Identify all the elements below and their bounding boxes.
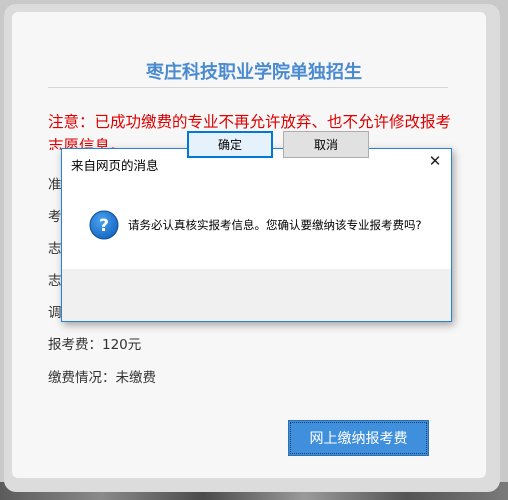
svg-text:?: ? <box>99 216 109 236</box>
field-label-2: 考 <box>48 209 62 225</box>
question-icon: ? <box>89 210 119 240</box>
title-divider <box>48 87 448 88</box>
dialog-title: 来自网页的消息 <box>71 158 159 173</box>
message-dialog: 来自网页的消息 ✕ ? 请务必认真核实报考信息。您确认要缴纳该专业报考费吗? <box>61 148 452 322</box>
field-label-1: 准 <box>48 177 62 193</box>
close-icon[interactable]: ✕ <box>427 153 443 169</box>
fee-text: 报考费：120元 <box>48 337 142 353</box>
payment-status: 缴费情况：未缴费 <box>48 370 156 386</box>
pay-online-button[interactable]: 网上缴纳报考费 <box>288 420 429 456</box>
field-label-3: 志 <box>48 241 62 257</box>
page-title: 枣庄科技职业学院单独招生 <box>146 62 362 83</box>
dialog-message: 请务必认真核实报考信息。您确认要缴纳该专业报考费吗? <box>128 218 422 232</box>
field-label-4: 志 <box>48 273 62 289</box>
dialog-footer <box>62 269 451 321</box>
field-label-5: 调 <box>48 305 62 321</box>
cancel-button[interactable]: 取消 <box>283 131 369 158</box>
ok-button[interactable]: 确定 <box>187 131 273 158</box>
